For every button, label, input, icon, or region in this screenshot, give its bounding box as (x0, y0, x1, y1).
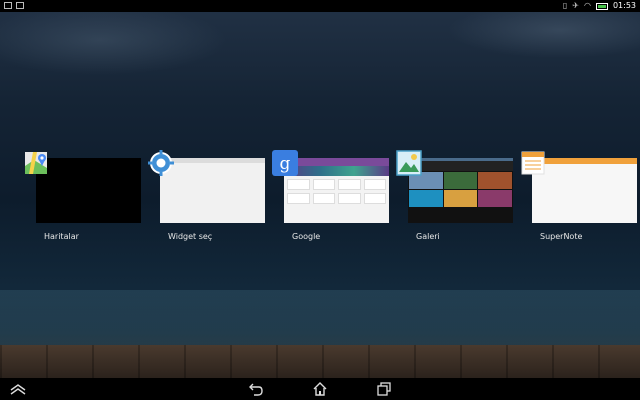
collapse-up-button[interactable] (8, 381, 28, 397)
svg-text:g: g (280, 154, 291, 174)
home-button[interactable] (310, 381, 330, 397)
wallpaper-deck (0, 345, 640, 378)
app-thumbnail[interactable] (284, 158, 389, 223)
app-thumbnail[interactable] (408, 158, 513, 223)
app-label: Haritalar (44, 232, 79, 241)
app-thumbnail[interactable] (160, 158, 265, 223)
app-thumbnail[interactable] (532, 158, 637, 223)
battery-icon (595, 2, 608, 10)
back-button[interactable] (246, 381, 266, 397)
home-icon (313, 382, 327, 396)
notification-icon (16, 2, 24, 9)
app-label: SuperNote (540, 232, 583, 241)
status-bar: ▯ ✈ ◠ 01:53 (0, 0, 640, 12)
app-thumbnail[interactable] (36, 158, 141, 223)
back-icon (249, 383, 263, 396)
app-label: Galeri (416, 232, 440, 241)
navigation-bar (0, 378, 640, 400)
vibrate-icon: ▯ (562, 1, 568, 10)
maps-icon (25, 152, 47, 174)
image-icon (4, 2, 12, 9)
status-time: 01:53 (612, 1, 636, 10)
recent-apps-icon (377, 382, 391, 396)
wifi-icon: ◠ (583, 1, 591, 10)
settings-gear-icon (148, 150, 174, 176)
app-label: Widget seç (168, 232, 213, 241)
supernote-icon (521, 151, 545, 175)
airplane-icon: ✈ (572, 1, 579, 10)
gallery-icon (396, 150, 422, 176)
collapse-up-icon (10, 384, 26, 395)
app-label: Google (292, 232, 321, 241)
recent-apps-button[interactable] (374, 381, 394, 397)
wallpaper-water (0, 290, 640, 345)
google-icon: g (272, 150, 298, 176)
